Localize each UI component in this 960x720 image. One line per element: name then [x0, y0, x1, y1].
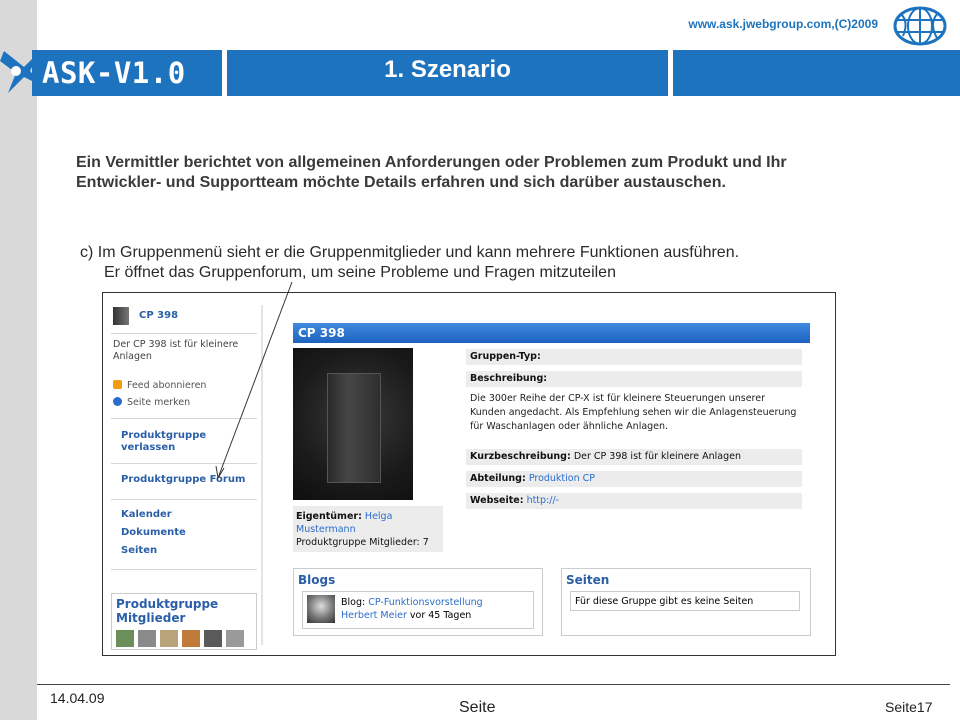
pages-title: Seiten — [566, 573, 610, 587]
pages-box: Seiten Für diese Gruppe gibt es keine Se… — [561, 568, 811, 636]
feed-subscribe-link[interactable]: Feed abonnieren — [113, 380, 206, 391]
embedded-screenshot: CP 398 Der CP 398 ist für kleinere Anlag… — [102, 292, 836, 656]
leave-group-line2: verlassen — [121, 442, 176, 453]
leave-group-line1: Produktgruppe — [121, 430, 207, 441]
short-description-value: Der CP 398 ist für kleinere Anlagen — [573, 451, 741, 462]
description-label: Beschreibung: — [470, 373, 548, 384]
blog-time: vor 45 Tagen — [409, 610, 472, 621]
step-c-line1: c) Im Gruppenmenü sieht er die Gruppenmi… — [80, 244, 740, 261]
divider — [111, 333, 257, 334]
bookmark-icon — [113, 397, 122, 406]
footer-center-label: Seite — [459, 699, 496, 716]
blog-author-link[interactable]: Herbert Meier — [341, 610, 407, 621]
members-count: Produktgruppe Mitglieder: 7 — [296, 537, 429, 548]
footer-date: 14.04.09 — [50, 690, 105, 706]
divider — [111, 418, 257, 419]
group-type-label: Gruppen-Typ: — [470, 351, 541, 362]
group-type-row: Gruppen-Typ: — [466, 349, 802, 365]
owner-info: Eigentümer: Helga Mustermann Produktgrup… — [293, 506, 443, 552]
footer-divider — [37, 684, 950, 685]
website-url[interactable]: www.ask.jwebgroup.com,(C)2009 — [688, 17, 878, 31]
bookmark-label: Seite merken — [127, 397, 191, 408]
owner-label: Eigentümer: — [296, 511, 362, 522]
blog-entry-text: Blog: CP-Funktionsvorstellung Herbert Me… — [341, 596, 483, 622]
author-photo — [307, 595, 335, 623]
description-row: Beschreibung: — [466, 371, 802, 387]
owner-surname-link[interactable]: Mustermann — [296, 524, 356, 535]
owner-name-link[interactable]: Helga — [365, 511, 392, 522]
members-title-line1: Produktgruppe — [116, 597, 219, 611]
website-link[interactable]: http://- — [527, 495, 560, 506]
divider — [111, 499, 257, 500]
members-title: Produktgruppe Mitglieder — [116, 597, 218, 625]
group-name-link[interactable]: CP 398 — [139, 310, 178, 321]
member-avatar[interactable] — [116, 630, 134, 647]
product-image — [293, 348, 413, 500]
short-description-row: Kurzbeschreibung: Der CP 398 ist für kle… — [466, 449, 802, 465]
member-avatar[interactable] — [138, 630, 156, 647]
bookmark-page-link[interactable]: Seite merken — [113, 397, 190, 408]
member-avatar[interactable] — [204, 630, 222, 647]
member-avatar[interactable] — [182, 630, 200, 647]
department-row: Abteilung: Produktion CP — [466, 471, 802, 487]
description-text: Die 300er Reihe der CP-X ist für kleiner… — [470, 393, 797, 432]
members-box: Produktgruppe Mitglieder — [111, 593, 257, 650]
divider — [111, 569, 257, 570]
group-avatar-icon — [113, 307, 129, 325]
blog-label: Blog: — [341, 597, 366, 608]
page-label: Seite — [885, 699, 917, 715]
divider — [111, 463, 257, 464]
group-sidebar: CP 398 Der CP 398 ist für kleinere Anlag… — [111, 305, 259, 650]
member-avatar[interactable] — [226, 630, 244, 647]
group-forum-link[interactable]: Produktgruppe Forum — [121, 474, 245, 486]
sidebar-divider — [261, 305, 263, 645]
blogs-title: Blogs — [298, 573, 336, 587]
website-label: Webseite: — [470, 495, 524, 506]
feed-subscribe-label: Feed abonnieren — [127, 380, 207, 391]
short-description-label: Kurzbeschreibung: — [470, 451, 571, 462]
member-avatars — [116, 630, 248, 650]
pages-empty-text: Für diese Gruppe gibt es keine Seiten — [570, 591, 800, 611]
rss-feed-icon — [113, 380, 122, 389]
app-title: ASK-V1.0 — [42, 56, 186, 90]
website-row: Webseite: http://- — [466, 493, 802, 509]
group-header-title: CP 398 — [293, 323, 810, 343]
scenario-step-c: c) Im Gruppenmenü sieht er die Gruppenmi… — [80, 243, 880, 283]
calendar-link[interactable]: Kalender — [121, 509, 172, 521]
step-c-line2: Er öffnet das Gruppenforum, um seine Pro… — [104, 264, 616, 281]
documents-link[interactable]: Dokumente — [121, 527, 186, 539]
title-bar-right — [673, 50, 960, 96]
left-sidebar-strip — [0, 0, 37, 720]
members-title-line2: Mitglieder — [116, 611, 186, 625]
group-description: Der CP 398 ist für kleinere Anlagen — [113, 339, 239, 362]
page-number: Seite17 — [885, 699, 933, 715]
globe-logo-icon — [893, 6, 947, 46]
pages-link[interactable]: Seiten — [121, 545, 157, 557]
slide-title: 1. Szenario — [384, 56, 511, 83]
department-link[interactable]: Produktion CP — [529, 473, 595, 484]
blog-entry: Blog: CP-Funktionsvorstellung Herbert Me… — [302, 591, 534, 629]
blog-link[interactable]: CP-Funktionsvorstellung — [368, 597, 482, 608]
member-avatar[interactable] — [160, 630, 178, 647]
department-label: Abteilung: — [470, 473, 526, 484]
intro-text: Ein Vermittler berichtet von allgemeinen… — [76, 154, 787, 191]
leave-group-link[interactable]: Produktgruppe verlassen — [121, 430, 206, 454]
group-main-content: CP 398 Eigentümer: Helga Mustermann Prod… — [293, 323, 811, 653]
page-number-value: 17 — [916, 699, 933, 715]
plc-module-image — [327, 373, 381, 483]
blogs-box: Blogs Blog: CP-Funktionsvorstellung Herb… — [293, 568, 543, 636]
